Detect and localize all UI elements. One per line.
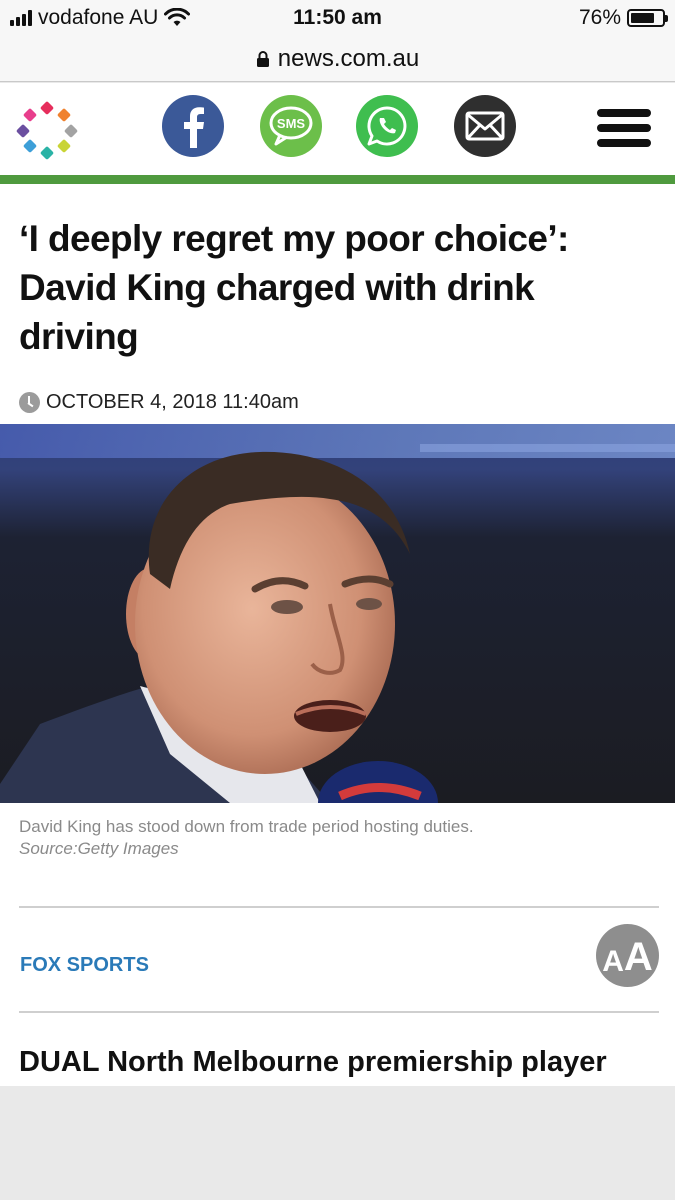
divider (19, 1011, 659, 1013)
photo-caption: David King has stood down from trade per… (19, 816, 539, 860)
email-share-button[interactable] (454, 95, 516, 157)
article: ‘I deeply regret my poor choice’: David … (0, 184, 675, 1086)
article-headline: ‘I deeply regret my poor choice’: David … (19, 218, 569, 357)
site-logo-icon[interactable] (16, 99, 78, 161)
whatsapp-icon (367, 106, 407, 146)
header-accent-divider (0, 175, 675, 184)
lock-icon (256, 50, 269, 67)
font-size-large-a: A (623, 935, 653, 979)
battery-percent: 76% (578, 6, 621, 29)
hamburger-menu-icon[interactable] (597, 109, 651, 151)
sms-icon: SMS (269, 106, 313, 146)
hero-photo[interactable] (0, 424, 675, 803)
whatsapp-share-button[interactable] (356, 95, 418, 157)
battery-level (631, 13, 654, 23)
clock-icon (19, 392, 40, 413)
article-lead-paragraph: DUAL North Melbourne premiership player (19, 1046, 607, 1078)
address-bar[interactable]: news.com.au (0, 36, 675, 82)
facebook-icon (184, 107, 204, 148)
sms-share-button[interactable]: SMS (260, 95, 322, 157)
url-domain[interactable]: news.com.au (278, 45, 419, 73)
source-label[interactable]: FOX SPORTS (20, 954, 149, 977)
battery-icon (627, 9, 668, 27)
caption-text: David King has stood down from trade per… (19, 817, 474, 836)
caption-source: Source:Getty Images (19, 839, 179, 858)
facebook-share-button[interactable] (162, 95, 224, 157)
clock-time: 11:50 am (293, 6, 382, 29)
sms-icon-label: SMS (277, 116, 306, 131)
hero-photo-illustration (0, 424, 675, 803)
mail-icon (465, 111, 505, 141)
font-size-button[interactable]: AA (596, 924, 659, 987)
status-bar: vodafone AU 11:50 am 76% (0, 0, 675, 36)
status-right: 76% (578, 6, 668, 30)
article-dateline: OCTOBER 4, 2018 11:40am (19, 391, 299, 414)
font-size-small-a: A (602, 945, 624, 978)
article-date: OCTOBER 4, 2018 11:40am (46, 391, 299, 413)
site-header: SMS (0, 83, 675, 175)
divider (19, 906, 659, 908)
